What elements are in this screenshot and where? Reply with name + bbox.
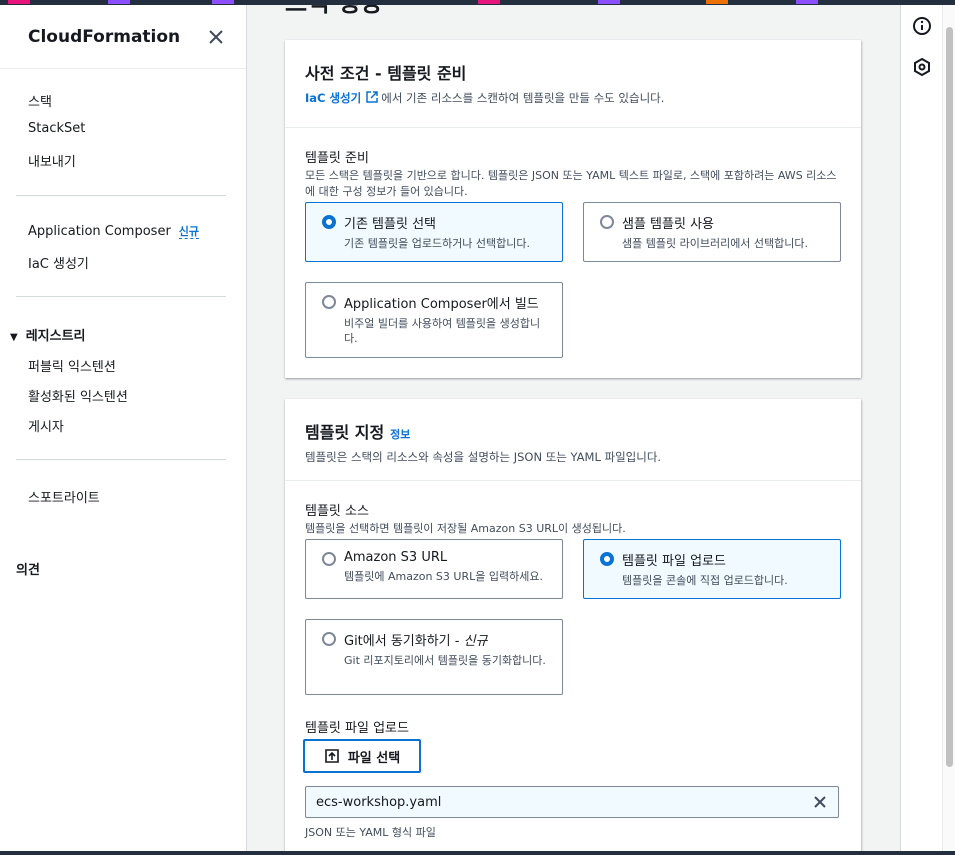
settings-hex-icon[interactable] bbox=[912, 57, 932, 77]
sidebar-feedback-link[interactable]: 의견 bbox=[16, 559, 40, 578]
prereq-title: 사전 조건 - 템플릿 준비 bbox=[305, 64, 467, 83]
option-title: Application Composer에서 빌드 bbox=[344, 297, 539, 312]
file-name: ecs-workshop.yaml bbox=[316, 794, 442, 810]
scrollbar-thumb[interactable] bbox=[946, 27, 953, 767]
sidebar: CloudFormation 스택 StackSet 내보내기 Applicat… bbox=[0, 5, 247, 855]
option-title: Amazon S3 URL bbox=[344, 550, 448, 565]
option-application-composer[interactable]: Application Composer에서 빌드 비주얼 빌더를 사용하여 템… bbox=[305, 282, 563, 358]
option-sync-from-git[interactable]: Git에서 동기화하기 - 신규 Git 리포지토리에서 템플릿을 동기화합니다… bbox=[305, 619, 563, 695]
prepare-template-label: 템플릿 준비 bbox=[305, 151, 369, 166]
bottom-bar bbox=[0, 851, 955, 855]
selected-file-token: ecs-workshop.yaml bbox=[305, 786, 839, 818]
page-title: 스택 생성 bbox=[285, 5, 382, 18]
option-title-text: Git에서 동기화하기 - bbox=[344, 634, 464, 649]
file-format-hint: JSON 또는 YAML 형식 파일 bbox=[305, 826, 436, 839]
choose-file-button[interactable]: 파일 선택 bbox=[303, 739, 421, 773]
sidebar-item-publishers[interactable]: 게시자 bbox=[28, 416, 64, 435]
caret-down-icon: ▼ bbox=[10, 332, 18, 343]
choose-file-label: 파일 선택 bbox=[347, 750, 401, 766]
radio-unselected[interactable] bbox=[322, 295, 336, 309]
remove-file-icon[interactable] bbox=[812, 794, 828, 810]
option-title: 샘플 템플릿 사용 bbox=[622, 217, 714, 232]
option-title: 기존 템플릿 선택 bbox=[344, 217, 436, 232]
prepare-template-desc: 모든 스택은 템플릿을 기반으로 합니다. 템플릿은 JSON 또는 YAML … bbox=[305, 169, 837, 198]
sidebar-item-stacks[interactable]: 스택 bbox=[28, 91, 52, 110]
specify-template-title-text: 템플릿 지정 bbox=[305, 423, 385, 442]
option-upload-template-file[interactable]: 템플릿 파일 업로드 템플릿을 콘솔에 직접 업로드합니다. bbox=[583, 539, 841, 599]
sidebar-divider bbox=[16, 296, 226, 297]
specify-template-title: 템플릿 지정 정보 bbox=[305, 419, 841, 443]
sidebar-item-activated-extensions[interactable]: 활성화된 익스텐션 bbox=[28, 386, 128, 405]
sidebar-divider bbox=[16, 195, 226, 196]
iac-generator-link[interactable]: IaC 생성기 bbox=[305, 91, 361, 105]
specify-template-desc: 템플릿은 스택의 리소스와 속성을 설명하는 JSON 또는 YAML 파일입니… bbox=[305, 450, 662, 464]
option-desc: 샘플 템플릿 라이브러리에서 선택합니다. bbox=[622, 237, 809, 250]
info-icon[interactable] bbox=[912, 16, 932, 36]
option-desc: 템플릿에 Amazon S3 URL을 입력하세요. bbox=[344, 570, 543, 583]
sidebar-item-exports[interactable]: 내보내기 bbox=[28, 151, 76, 170]
specify-template-container: 템플릿 지정 정보 템플릿은 스택의 리소스와 속성을 설명하는 JSON 또는 … bbox=[285, 399, 861, 855]
sidebar-section-registry[interactable]: ▼ 레지스트리 bbox=[10, 325, 86, 344]
sidebar-item-iac-generator[interactable]: IaC 생성기 bbox=[28, 253, 89, 272]
info-link[interactable]: 정보 bbox=[390, 428, 410, 441]
sidebar-item-spotlight[interactable]: 스포트라이트 bbox=[28, 487, 100, 506]
right-tools-rail bbox=[900, 5, 942, 855]
radio-selected[interactable] bbox=[600, 552, 614, 566]
option-title: 템플릿 파일 업로드 bbox=[622, 554, 726, 569]
option-title: Git에서 동기화하기 - 신규 bbox=[344, 630, 548, 649]
option-desc: 기존 템플릿을 업로드하거나 선택합니다. bbox=[344, 237, 531, 250]
radio-selected[interactable] bbox=[322, 215, 336, 229]
radio-unselected[interactable] bbox=[322, 632, 336, 646]
prereq-description: IaC 생성기 에서 기존 리소스를 스캔하여 템플릿을 만들 수도 있습니다. bbox=[305, 90, 841, 106]
radio-unselected[interactable] bbox=[322, 552, 336, 566]
upload-icon bbox=[325, 749, 339, 763]
template-source-desc: 템플릿을 선택하면 템플릿이 저장될 Amazon S3 URL이 생성됩니다. bbox=[305, 522, 626, 535]
prereq-container: 사전 조건 - 템플릿 준비 IaC 생성기 에서 기존 리소스를 스캔하여 템플… bbox=[285, 40, 861, 378]
close-icon[interactable] bbox=[206, 27, 226, 47]
option-desc: 비주얼 빌더를 사용하여 템플릿을 생성합니다. bbox=[344, 317, 541, 345]
upload-template-label: 템플릿 파일 업로드 bbox=[305, 721, 409, 736]
option-desc: 템플릿을 콘솔에 직접 업로드합니다. bbox=[622, 574, 788, 587]
new-badge: 신규 bbox=[178, 225, 200, 239]
page-scrollbar[interactable] bbox=[942, 5, 955, 855]
sidebar-title[interactable]: CloudFormation bbox=[28, 27, 180, 47]
option-sample-template[interactable]: 샘플 템플릿 사용 샘플 템플릿 라이브러리에서 선택합니다. bbox=[583, 202, 841, 262]
new-label: 신규 bbox=[463, 634, 488, 649]
option-existing-template[interactable]: 기존 템플릿 선택 기존 템플릿을 업로드하거나 선택합니다. bbox=[305, 202, 563, 262]
sidebar-divider bbox=[16, 459, 226, 460]
sidebar-item-stacksets[interactable]: StackSet bbox=[28, 121, 85, 136]
template-source-label: 템플릿 소스 bbox=[305, 504, 369, 519]
main-content: 스택 생성 사전 조건 - 템플릿 준비 IaC 생성기 에서 기존 리소스를 스… bbox=[247, 5, 900, 855]
external-link-icon bbox=[366, 91, 378, 103]
option-amazon-s3-url[interactable]: Amazon S3 URL 템플릿에 Amazon S3 URL을 입력하세요. bbox=[305, 539, 563, 599]
radio-unselected[interactable] bbox=[600, 215, 614, 229]
sidebar-item-public-extensions[interactable]: 퍼블릭 익스텐션 bbox=[28, 356, 116, 375]
sidebar-section-label: 레지스트리 bbox=[25, 329, 86, 344]
prereq-desc-text: 에서 기존 리소스를 스캔하여 템플릿을 만들 수도 있습니다. bbox=[381, 91, 665, 105]
sidebar-item-application-composer[interactable]: Application Composer 신규 bbox=[28, 223, 200, 239]
sidebar-item-label: Application Composer bbox=[28, 224, 171, 239]
sidebar-header-divider bbox=[0, 68, 246, 69]
option-desc: Git 리포지토리에서 템플릿을 동기화합니다. bbox=[344, 654, 546, 667]
